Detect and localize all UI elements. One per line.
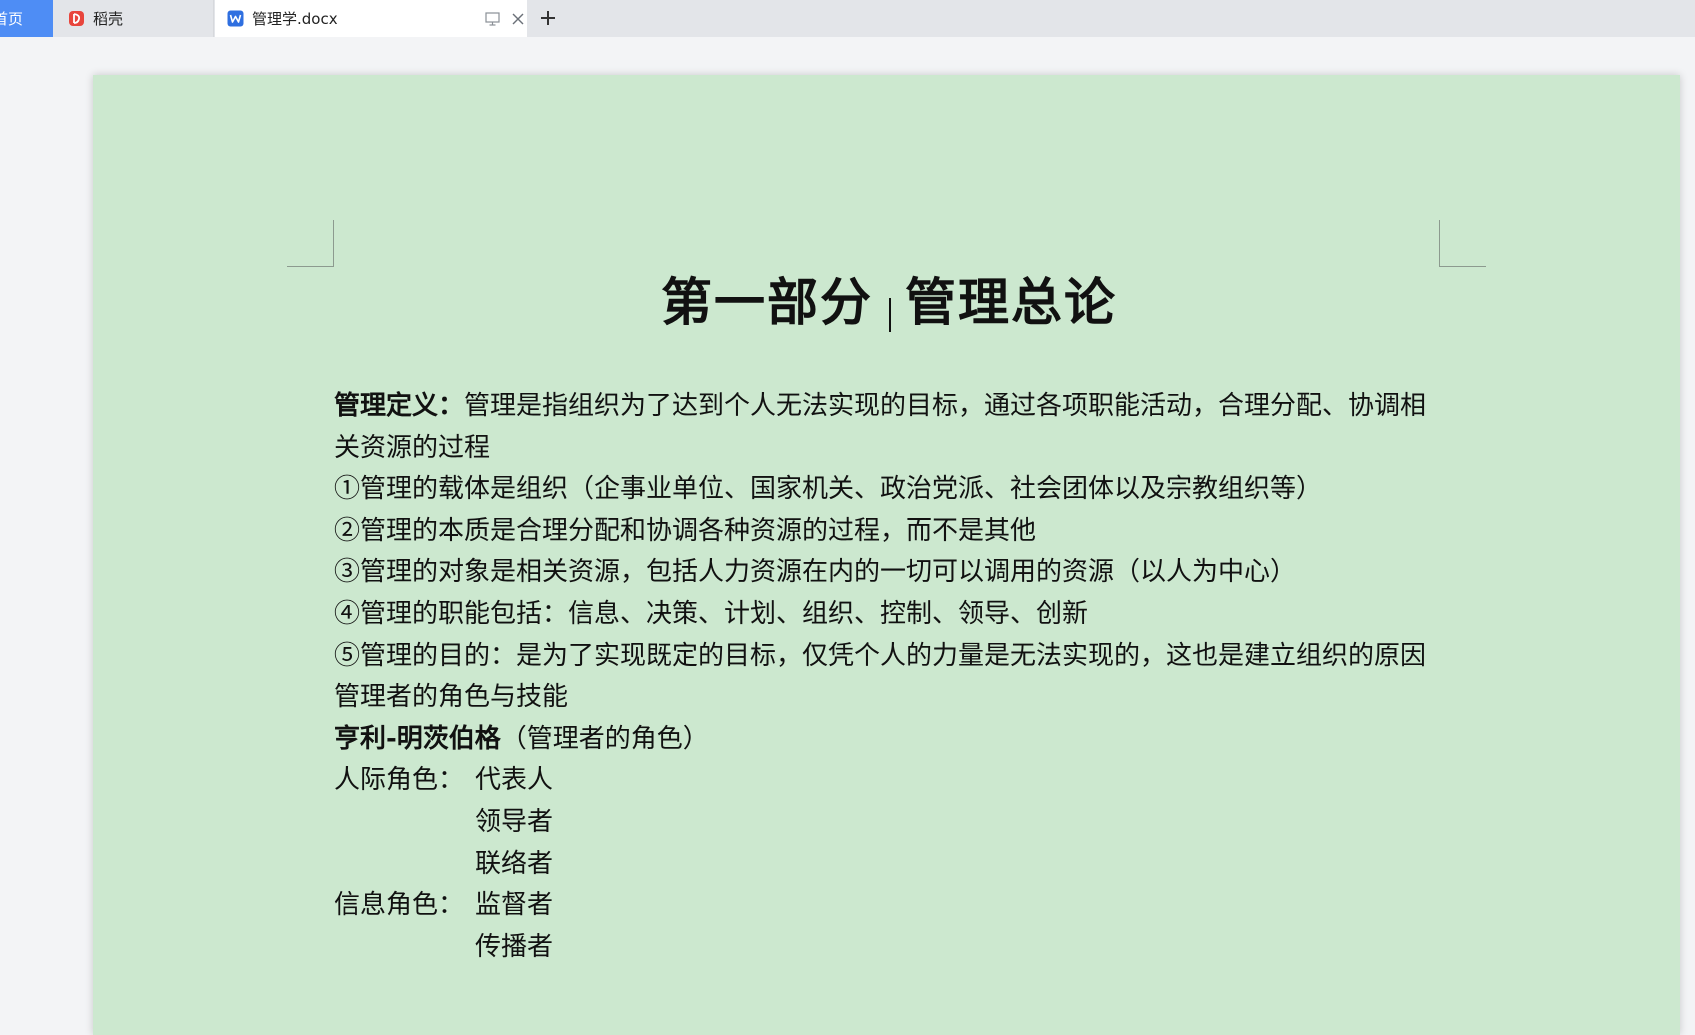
title-part1: 第一部分 — [660, 273, 873, 333]
text-cursor — [889, 298, 891, 332]
role-item: 传播者 — [475, 931, 554, 962]
tab-home[interactable]: 首页 — [0, 0, 53, 37]
role-item: 领导者 — [475, 806, 554, 837]
tab-daoke[interactable]: 稻壳 — [56, 0, 214, 37]
role-item: 监督者 — [475, 890, 554, 921]
tab-document-label: 管理学.docx — [252, 10, 338, 28]
interpersonal-label: 人际角色： — [334, 765, 465, 796]
role-row[interactable]: 联络者 — [334, 844, 1444, 886]
point-5[interactable]: ⑤管理的目的：是为了实现既定的目标，仅凭个人的力量是无法实现的，这也是建立组织的… — [334, 636, 1444, 678]
section-heading[interactable]: 管理者的角色与技能 — [334, 677, 1444, 719]
document-workspace[interactable]: 第一部分 管理总论 管理定义：管理是指组织为了达到个人无法实现的目标，通过各项职能… — [0, 37, 1695, 1035]
tab-home-label: 首页 — [0, 10, 24, 28]
point-2[interactable]: ②管理的本质是合理分配和协调各种资源的过程，而不是其他 — [334, 511, 1444, 553]
daoke-logo-icon — [69, 11, 84, 26]
role-row[interactable]: 领导者 — [334, 802, 1444, 844]
page-margin-marker-right — [1439, 220, 1486, 267]
role-row[interactable]: 传播者 — [334, 927, 1444, 969]
role-item: 代表人 — [475, 765, 554, 796]
page-margin-marker-left — [287, 220, 334, 267]
definition-text: 管理是指组织为了达到个人无法实现的目标，通过各项职能活动，合理分配、协调相关资源… — [334, 391, 1427, 463]
document-title[interactable]: 第一部分 管理总论 — [334, 269, 1444, 337]
mintzberg-name: 亨利-明茨伯格 — [334, 723, 501, 754]
new-tab-button[interactable] — [536, 6, 560, 30]
wps-writer-icon — [227, 10, 244, 27]
role-row[interactable]: 人际角色： 代表人 — [334, 760, 1444, 802]
point-4[interactable]: ④管理的职能包括：信息、决策、计划、组织、控制、领导、创新 — [334, 594, 1444, 636]
document-body[interactable]: 管理定义：管理是指组织为了达到个人无法实现的目标，通过各项职能活动，合理分配、协… — [334, 386, 1444, 968]
document-page[interactable]: 第一部分 管理总论 管理定义：管理是指组织为了达到个人无法实现的目标，通过各项职能… — [93, 75, 1680, 1035]
point-1[interactable]: ①管理的载体是组织（企事业单位、国家机关、政治党派、社会团体以及宗教组织等） — [334, 469, 1444, 511]
monitor-icon[interactable] — [483, 10, 501, 28]
mintzberg-paragraph[interactable]: 亨利-明茨伯格（管理者的角色） — [334, 719, 1444, 761]
definition-paragraph[interactable]: 管理定义：管理是指组织为了达到个人无法实现的目标，通过各项职能活动，合理分配、协… — [334, 386, 1444, 469]
tab-daoke-label: 稻壳 — [93, 10, 124, 28]
informational-label: 信息角色： — [334, 890, 465, 921]
mintzberg-note: （管理者的角色） — [500, 723, 709, 754]
tab-document[interactable]: 管理学.docx — [215, 0, 527, 37]
plus-icon — [541, 11, 555, 25]
role-item: 联络者 — [475, 848, 554, 879]
point-3[interactable]: ③管理的对象是相关资源，包括人力资源在内的一切可以调用的资源（以人为中心） — [334, 552, 1444, 594]
title-part2: 管理总论 — [905, 273, 1118, 333]
close-icon[interactable] — [509, 10, 527, 28]
definition-label: 管理定义： — [334, 391, 465, 421]
role-row[interactable]: 信息角色： 监督者 — [334, 885, 1444, 927]
tab-bar: 首页 稻壳 管理学.docx — [0, 0, 1695, 38]
